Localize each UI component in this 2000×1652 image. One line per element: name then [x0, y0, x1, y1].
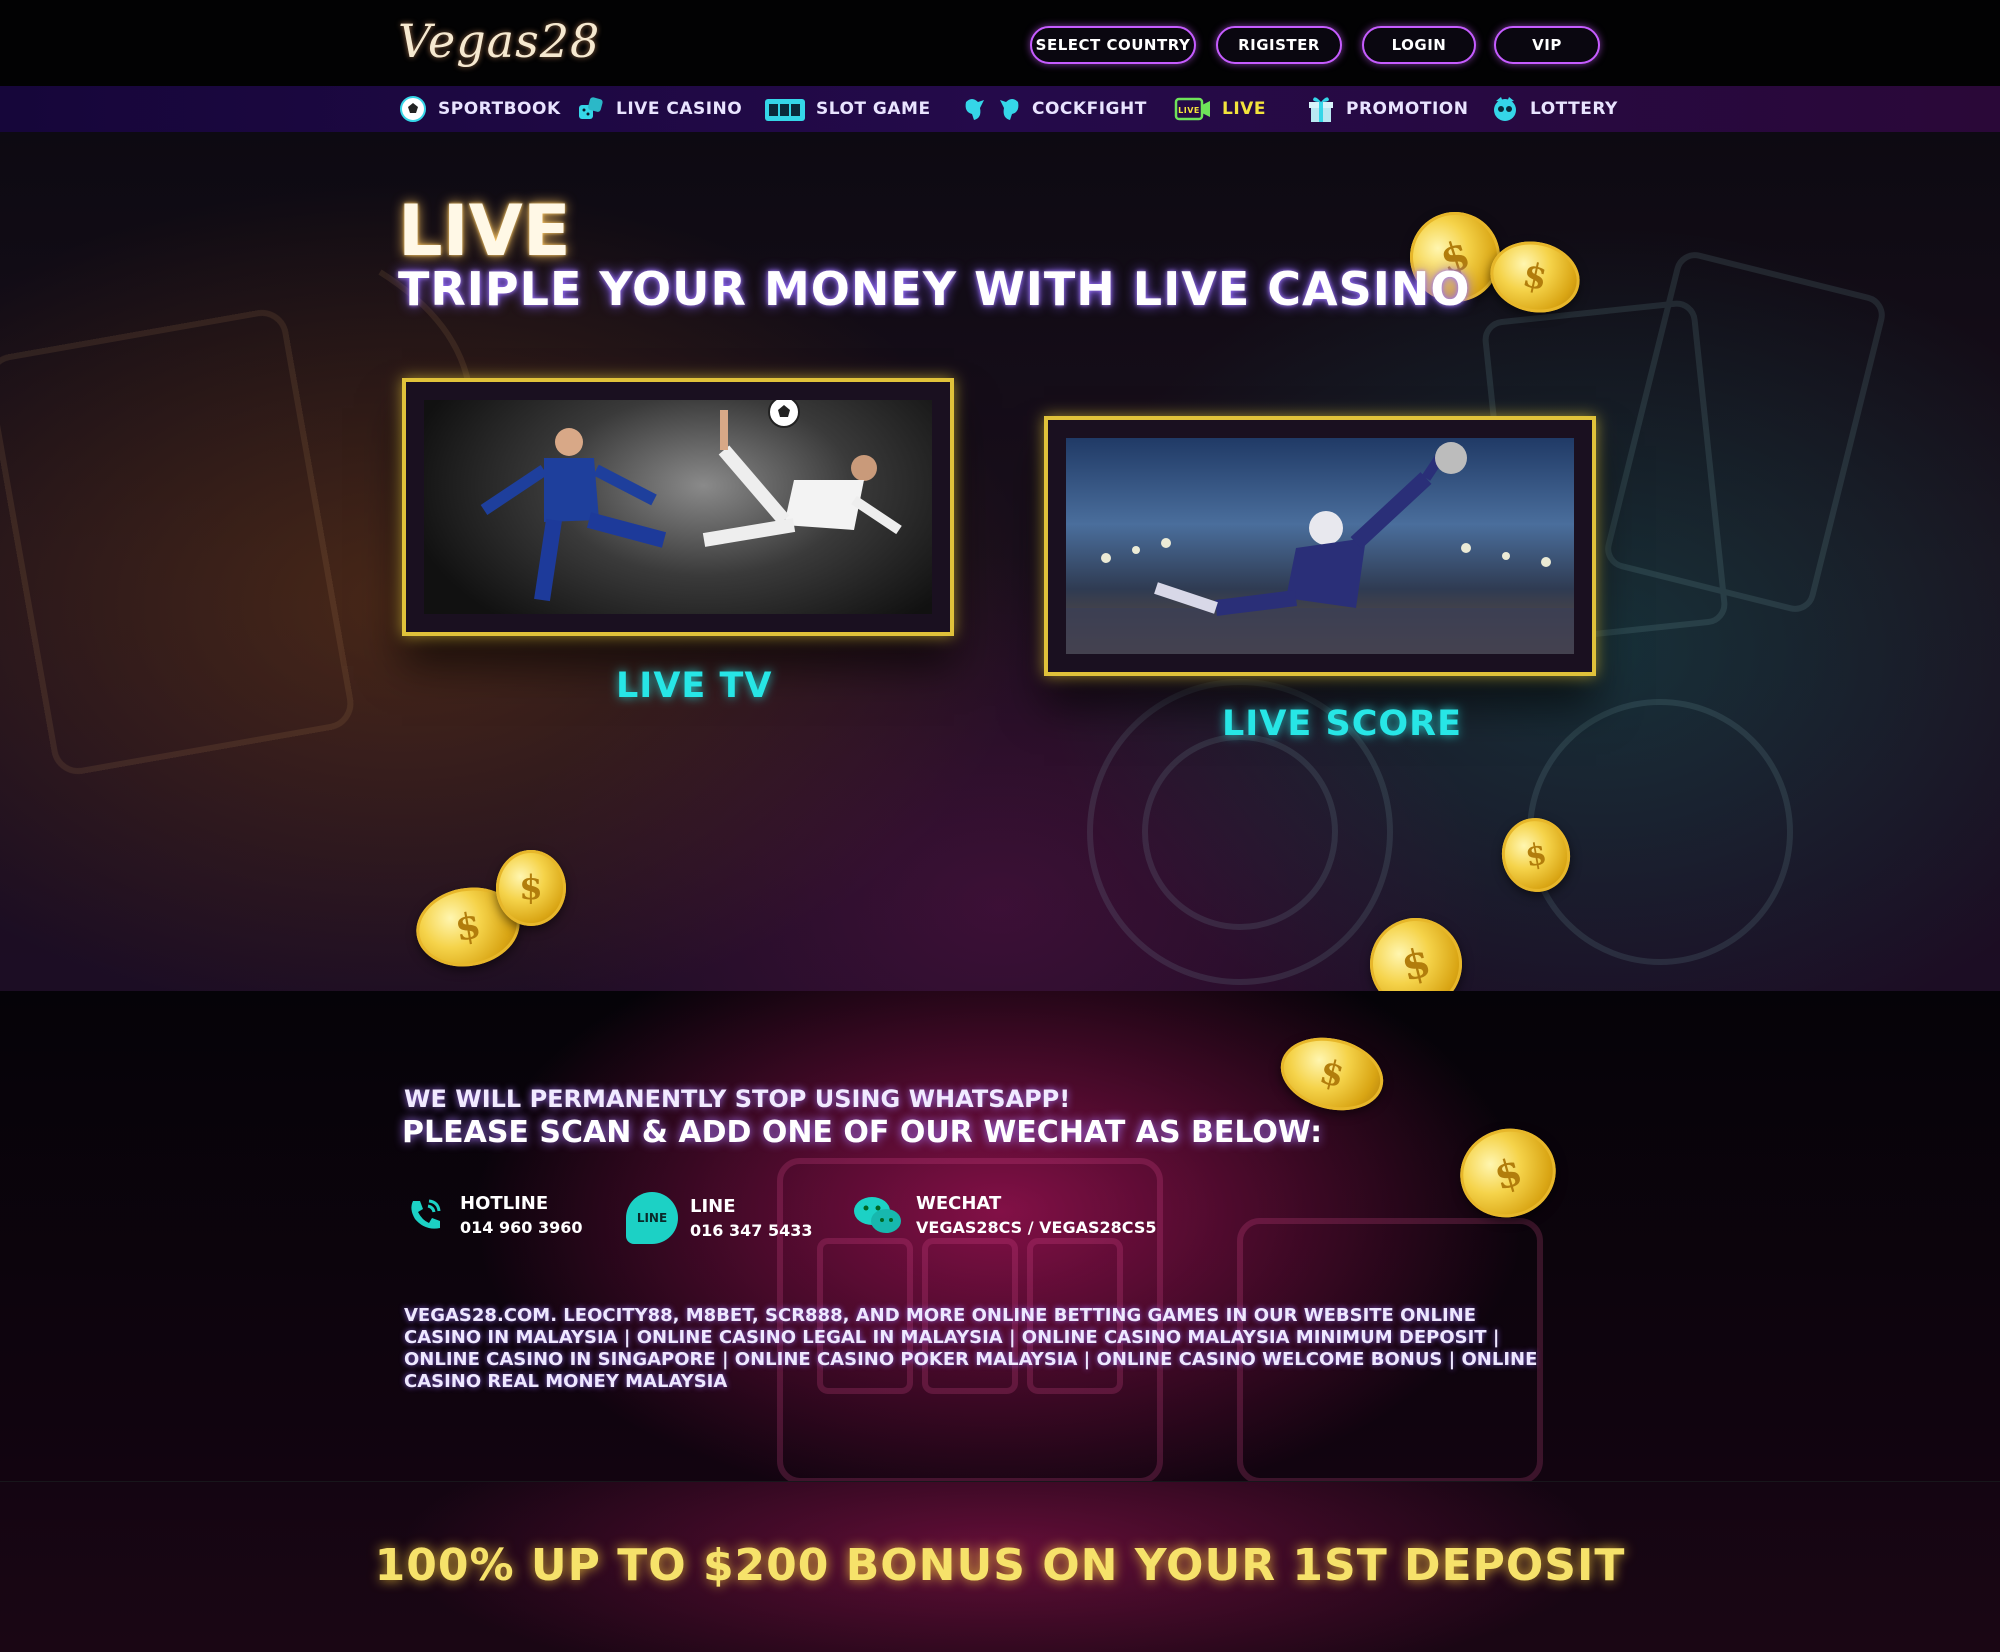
- coin-decoration: $: [496, 850, 566, 926]
- main-nav: SPORTBOOK LIVE CASINO SLOT GAME COCKFIGH…: [0, 86, 2000, 132]
- page-subtitle: TRIPLE YOUR MONEY WITH LIVE CASINO: [398, 262, 1471, 316]
- nav-item-live[interactable]: LIVE LIVE: [1174, 86, 1266, 132]
- line-number: 016 347 5433: [690, 1221, 813, 1240]
- live-score-card[interactable]: [1044, 416, 1596, 676]
- vip-button[interactable]: VIP: [1494, 26, 1600, 64]
- wechat-label: WECHAT: [916, 1193, 1002, 1214]
- svg-text:LIVE: LIVE: [1178, 106, 1200, 115]
- background-decoration: [0, 252, 1885, 985]
- wechat-text: WECHAT VEGAS28CS / VEGAS28CS5: [916, 1193, 1156, 1237]
- hotline-contact[interactable]: HOTLINE 014 960 3960: [402, 1192, 582, 1238]
- nav-item-cockfight[interactable]: COCKFIGHT: [962, 86, 1147, 132]
- page-title: LIVE: [398, 190, 571, 272]
- nav-item-live-casino[interactable]: LIVE CASINO: [576, 86, 742, 132]
- phone-icon: [402, 1192, 448, 1238]
- hero-section: $ $ $ $ $ $: [0, 132, 2000, 1020]
- wechat-instruction: PLEASE SCAN & ADD ONE OF OUR WECHAT AS B…: [402, 1115, 1323, 1150]
- nav-item-sportbook[interactable]: SPORTBOOK: [398, 86, 561, 132]
- line-icon: LINE: [626, 1192, 678, 1244]
- live-score-caption[interactable]: LIVE SCORE: [1222, 704, 1462, 744]
- nav-label: SPORTBOOK: [438, 99, 561, 119]
- bonus-headline[interactable]: 100% UP TO $200 BONUS ON YOUR 1ST DEPOSI…: [0, 1540, 2000, 1591]
- live-camera-icon: LIVE: [1174, 94, 1212, 124]
- rooster-icon: [962, 94, 1022, 124]
- wechat-icon: [852, 1192, 904, 1238]
- gift-icon: [1306, 94, 1336, 124]
- line-text: LINE 016 347 5433: [690, 1196, 812, 1240]
- nav-label: COCKFIGHT: [1032, 99, 1147, 119]
- goalkeeper-photo: [1066, 438, 1574, 654]
- nav-item-promotion[interactable]: PROMOTION: [1306, 86, 1468, 132]
- nav-label: LOTTERY: [1530, 99, 1618, 119]
- hotline-number: 014 960 3960: [460, 1218, 583, 1237]
- top-bar: Vegas28 SELECT COUNTRY RIGISTER LOGIN VI…: [0, 0, 2000, 86]
- line-label: LINE: [690, 1196, 736, 1217]
- soccer-ball-icon: [398, 94, 428, 124]
- nav-label: LIVE: [1222, 99, 1266, 119]
- wechat-contact[interactable]: WECHAT VEGAS28CS / VEGAS28CS5: [852, 1192, 1156, 1238]
- login-button[interactable]: LOGIN: [1362, 26, 1476, 64]
- nav-item-lottery[interactable]: LOTTERY: [1490, 86, 1618, 132]
- wechat-ids: VEGAS28CS / VEGAS28CS5: [916, 1218, 1157, 1237]
- select-country-button[interactable]: SELECT COUNTRY: [1030, 26, 1196, 64]
- site-logo[interactable]: Vegas28: [398, 14, 600, 68]
- live-tv-caption[interactable]: LIVE TV: [616, 666, 772, 706]
- line-icon-text: LINE: [636, 1211, 668, 1225]
- hotline-label: HOTLINE: [460, 1193, 549, 1214]
- lottery-icon: [1490, 94, 1520, 124]
- nav-item-slot-game[interactable]: SLOT GAME: [764, 86, 931, 132]
- soccer-players-photo: [424, 400, 932, 614]
- dice-icon: [576, 94, 606, 124]
- whatsapp-notice: WE WILL PERMANENTLY STOP USING WHATSAPP!: [404, 1085, 1071, 1113]
- seo-description: VEGAS28.COM. LEOCITY88, M8BET, SCR888, A…: [404, 1305, 1538, 1392]
- nav-label: PROMOTION: [1346, 99, 1469, 119]
- line-contact[interactable]: LINE LINE 016 347 5433: [626, 1192, 812, 1244]
- nav-label: SLOT GAME: [816, 99, 931, 119]
- register-button[interactable]: RIGISTER: [1216, 26, 1342, 64]
- slot-machine-icon: [764, 94, 806, 124]
- nav-label: LIVE CASINO: [616, 99, 743, 119]
- hotline-text: HOTLINE 014 960 3960: [460, 1193, 582, 1237]
- live-tv-card[interactable]: [402, 378, 954, 636]
